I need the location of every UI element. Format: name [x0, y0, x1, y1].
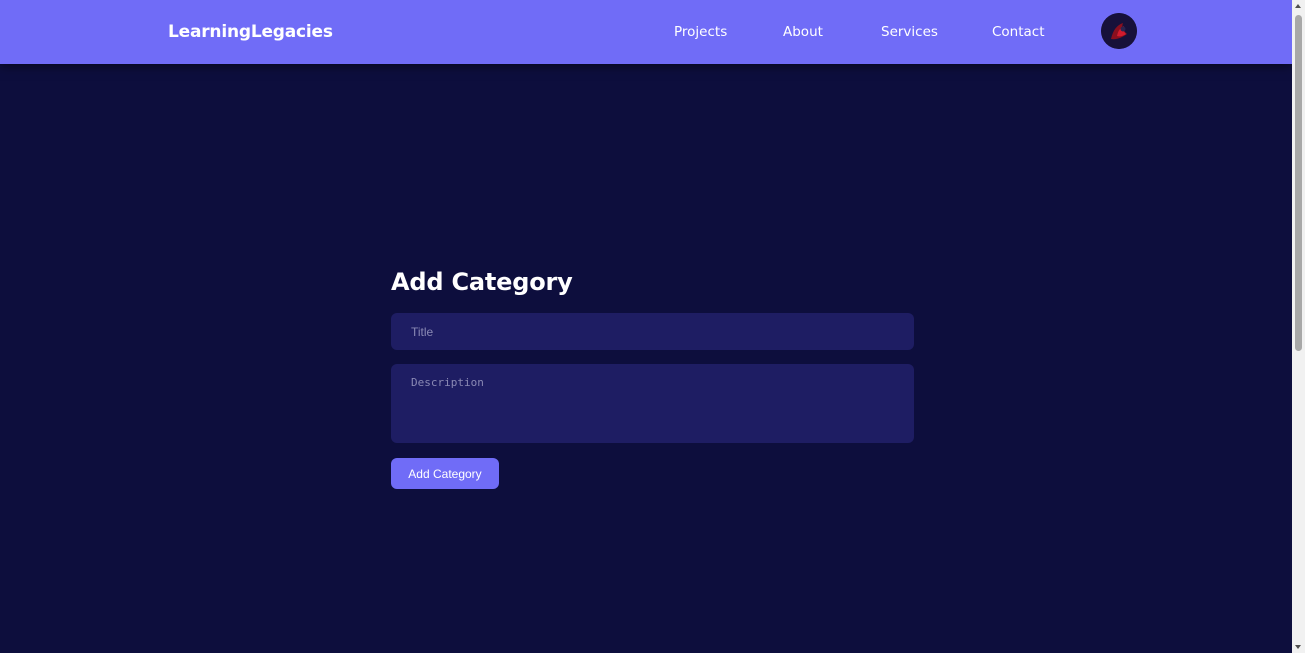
- add-category-form: Add Category Add Category: [391, 266, 914, 489]
- nav-link-contact[interactable]: Contact: [992, 22, 1045, 42]
- scroll-thumb[interactable]: [1295, 15, 1302, 351]
- description-input[interactable]: [391, 364, 914, 443]
- user-avatar-icon: [1101, 13, 1137, 49]
- add-category-button[interactable]: Add Category: [391, 458, 499, 489]
- nav-link-services[interactable]: Services: [881, 22, 938, 42]
- brand-logo[interactable]: LearningLegacies: [168, 20, 333, 44]
- navbar: LearningLegacies Projects About Services…: [0, 0, 1292, 64]
- scroll-up-icon[interactable]: [1295, 4, 1301, 8]
- scroll-down-icon[interactable]: [1295, 645, 1301, 649]
- nav-link-projects[interactable]: Projects: [674, 22, 727, 42]
- title-input[interactable]: [391, 313, 914, 350]
- nav-link-about[interactable]: About: [783, 22, 823, 42]
- user-avatar[interactable]: [1101, 13, 1137, 49]
- form-title: Add Category: [391, 268, 573, 296]
- page: LearningLegacies Projects About Services…: [0, 0, 1305, 653]
- vertical-scrollbar[interactable]: [1292, 0, 1305, 653]
